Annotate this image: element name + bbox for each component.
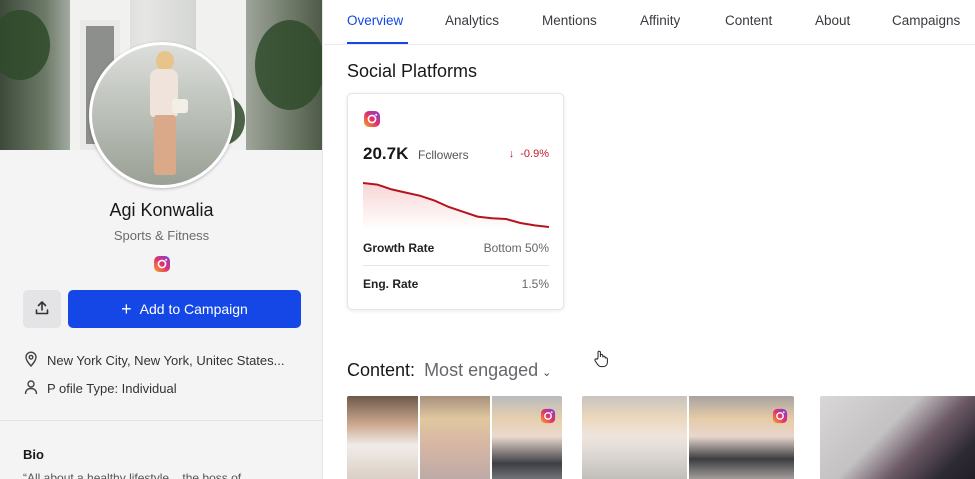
upload-icon <box>34 300 50 319</box>
add-to-campaign-button[interactable]: + Add to Campaign <box>68 290 301 328</box>
arrow-down-icon: ↓ <box>508 148 515 160</box>
tab-mentions[interactable]: Mentions <box>542 13 597 28</box>
tab-about[interactable]: About <box>815 13 850 28</box>
avatar <box>89 42 235 188</box>
profile-sidebar: Agi Konwalia Sports & Fitness + Add to C… <box>0 0 323 479</box>
plus-icon: + <box>121 299 132 319</box>
content-sort-label: Most engaged <box>424 360 539 380</box>
bio-heading: Bio <box>23 447 44 462</box>
profile-category: Sports & Fitness <box>113 228 210 243</box>
tab-bar: Overview Analytics Mentions Affinity Con… <box>324 0 975 45</box>
active-tab-indicator <box>347 42 408 44</box>
followers-label: Fcllowers <box>418 148 469 162</box>
main-panel: Overview Analytics Mentions Affinity Con… <box>324 0 975 479</box>
profile-type-row: P ofile Type: Individual <box>23 379 177 398</box>
profile-type-text: P ofile Type: Individual <box>47 381 177 396</box>
instagram-icon <box>540 408 556 429</box>
divider <box>0 420 322 421</box>
instagram-icon <box>363 110 381 133</box>
engagement-rate-label: Eng. Rate <box>363 277 419 291</box>
location-text: New York City, New York, Unitec States..… <box>47 353 285 368</box>
bio-text: “All about a healthy lifestyle... the bo… <box>23 471 252 479</box>
content-sort-dropdown[interactable]: Most engaged ⌄ <box>424 360 551 380</box>
profile-name: Agi Konwalia <box>109 200 214 220</box>
instagram-icon <box>772 408 788 429</box>
add-to-campaign-label: Add to Campaign <box>139 301 248 317</box>
tab-affinity[interactable]: Affinity <box>640 13 680 28</box>
tab-overview[interactable]: Overview <box>347 13 403 28</box>
growth-sparkline <box>363 182 549 230</box>
tab-analytics[interactable]: Analytics <box>445 13 499 28</box>
content-heading: Content: Most engaged ⌄ <box>347 360 551 381</box>
chevron-down-icon: ⌄ <box>542 367 552 379</box>
content-thumbnail[interactable] <box>820 396 975 479</box>
growth-rate-value: Bottom 50% <box>483 241 549 255</box>
tab-campaigns[interactable]: Campaigns <box>892 13 960 28</box>
social-platforms-heading: Social Platforms <box>347 61 478 81</box>
followers-change-value: -0.9% <box>520 148 549 160</box>
instagram-icon[interactable] <box>153 255 171 278</box>
instagram-platform-card[interactable]: 20.7K Fcllowers ↓ -0.9% Growth Rate Botto… <box>347 93 564 310</box>
hand-cursor-icon <box>593 350 609 373</box>
user-icon <box>23 379 39 398</box>
share-button[interactable] <box>23 290 61 328</box>
location-pin-icon <box>23 351 39 370</box>
tab-content[interactable]: Content <box>725 13 772 28</box>
content-thumbnail[interactable] <box>347 396 562 479</box>
content-thumbnail[interactable] <box>582 396 794 479</box>
followers-count: 20.7K <box>363 144 409 163</box>
engagement-rate-value: 1.5% <box>521 277 549 291</box>
divider <box>363 265 549 266</box>
followers-change: ↓ -0.9% <box>509 148 549 160</box>
location-row: New York City, New York, Unitec States..… <box>23 351 284 370</box>
content-heading-label: Content: <box>347 360 416 380</box>
growth-rate-label: Growth Rate <box>363 241 435 255</box>
